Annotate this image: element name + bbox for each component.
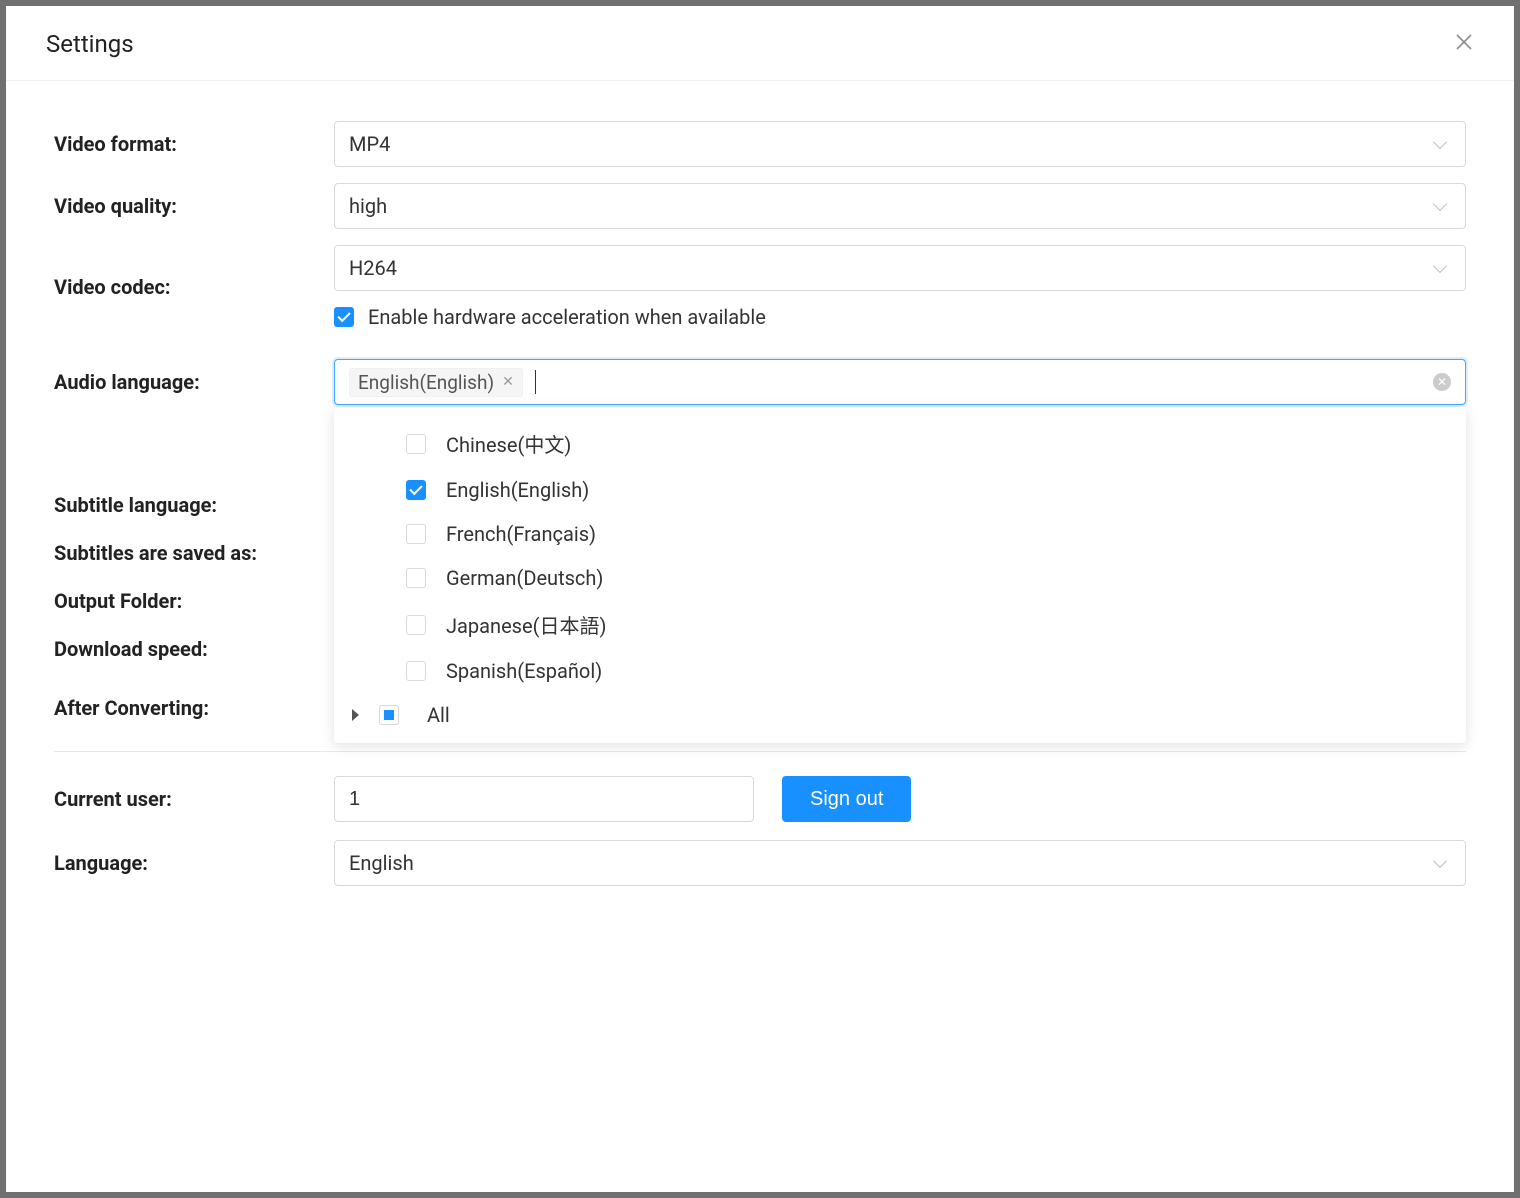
option-label: Japanese(日本語) bbox=[446, 610, 606, 639]
option-label: English(English) bbox=[446, 478, 589, 502]
row-video-quality: Video quality: high bbox=[54, 183, 1466, 229]
checkbox-option[interactable] bbox=[406, 434, 426, 454]
select-video-format-value: MP4 bbox=[349, 132, 390, 156]
chevron-down-icon bbox=[1433, 199, 1447, 213]
option-french[interactable]: French(Français) bbox=[334, 512, 1466, 556]
select-video-codec[interactable]: H264 bbox=[334, 245, 1466, 291]
label-video-quality: Video quality: bbox=[54, 194, 334, 218]
dropdown-audio-language: Chinese(中文) English(English) French(Fran… bbox=[334, 407, 1466, 743]
divider bbox=[54, 751, 1466, 752]
label-subtitles-saved-as: Subtitles are saved as: bbox=[54, 541, 334, 565]
settings-modal: Settings Video format: MP4 Video quality… bbox=[6, 6, 1514, 1192]
row-video-format: Video format: MP4 bbox=[54, 121, 1466, 167]
label-subtitle-language: Subtitle language: bbox=[54, 493, 334, 517]
caret-right-icon bbox=[352, 709, 359, 721]
modal-title: Settings bbox=[46, 30, 134, 58]
modal-header: Settings bbox=[6, 6, 1514, 81]
checkbox-option[interactable] bbox=[406, 615, 426, 635]
select-language[interactable]: English bbox=[334, 840, 1466, 886]
hardware-accel-row[interactable]: Enable hardware acceleration when availa… bbox=[334, 305, 1466, 329]
option-label: Chinese(中文) bbox=[446, 429, 571, 458]
select-video-quality-value: high bbox=[349, 194, 387, 218]
option-english[interactable]: English(English) bbox=[334, 468, 1466, 512]
text-caret bbox=[535, 370, 536, 394]
label-download-speed: Download speed: bbox=[54, 637, 334, 661]
input-current-user[interactable] bbox=[334, 776, 754, 822]
close-icon[interactable] bbox=[1454, 32, 1474, 57]
row-audio-language: Audio language: English(English) ✕ ✕ Chi… bbox=[54, 359, 1466, 405]
option-japanese[interactable]: Japanese(日本語) bbox=[334, 600, 1466, 649]
label-current-user: Current user: bbox=[54, 787, 334, 811]
label-language: Language: bbox=[54, 851, 334, 875]
tag-selected-audio: English(English) ✕ bbox=[349, 368, 523, 397]
label-audio-language: Audio language: bbox=[54, 370, 334, 394]
option-german[interactable]: German(Deutsch) bbox=[334, 556, 1466, 600]
label-after-converting: After Converting: bbox=[54, 696, 334, 720]
option-spanish[interactable]: Spanish(Español) bbox=[334, 649, 1466, 693]
chevron-down-icon bbox=[1433, 856, 1447, 870]
chevron-down-icon bbox=[1433, 261, 1447, 275]
clear-all-icon[interactable]: ✕ bbox=[1433, 373, 1451, 391]
modal-body: Video format: MP4 Video quality: high Vi… bbox=[6, 81, 1514, 886]
option-label: French(Français) bbox=[446, 522, 596, 546]
label-video-codec: Video codec: bbox=[54, 275, 334, 299]
checkbox-option[interactable] bbox=[406, 524, 426, 544]
sign-out-button[interactable]: Sign out bbox=[782, 776, 911, 822]
tag-selected-audio-label: English(English) bbox=[358, 371, 494, 394]
chevron-down-icon bbox=[1433, 137, 1447, 151]
tag-remove-icon[interactable]: ✕ bbox=[502, 374, 514, 390]
multiselect-audio-language[interactable]: English(English) ✕ ✕ bbox=[334, 359, 1466, 405]
row-current-user: Current user: Sign out bbox=[54, 776, 1466, 822]
row-video-codec: Video codec: H264 Enable hardware accele… bbox=[54, 245, 1466, 329]
select-video-codec-value: H264 bbox=[349, 256, 397, 280]
label-output-folder: Output Folder: bbox=[54, 589, 334, 613]
select-language-value: English bbox=[349, 851, 414, 875]
select-video-format[interactable]: MP4 bbox=[334, 121, 1466, 167]
row-language: Language: English bbox=[54, 840, 1466, 886]
option-all[interactable]: All bbox=[334, 693, 1466, 729]
checkbox-option[interactable] bbox=[406, 568, 426, 588]
label-hardware-accel: Enable hardware acceleration when availa… bbox=[368, 305, 766, 329]
option-all-label: All bbox=[427, 703, 450, 727]
checkbox-option[interactable] bbox=[406, 480, 426, 500]
label-video-format: Video format: bbox=[54, 132, 334, 156]
option-label: German(Deutsch) bbox=[446, 566, 603, 590]
option-label: Spanish(Español) bbox=[446, 659, 602, 683]
checkbox-option[interactable] bbox=[406, 661, 426, 681]
checkbox-all[interactable] bbox=[379, 705, 399, 725]
option-chinese[interactable]: Chinese(中文) bbox=[334, 419, 1466, 468]
checkbox-hardware-accel[interactable] bbox=[334, 307, 354, 327]
select-video-quality[interactable]: high bbox=[334, 183, 1466, 229]
